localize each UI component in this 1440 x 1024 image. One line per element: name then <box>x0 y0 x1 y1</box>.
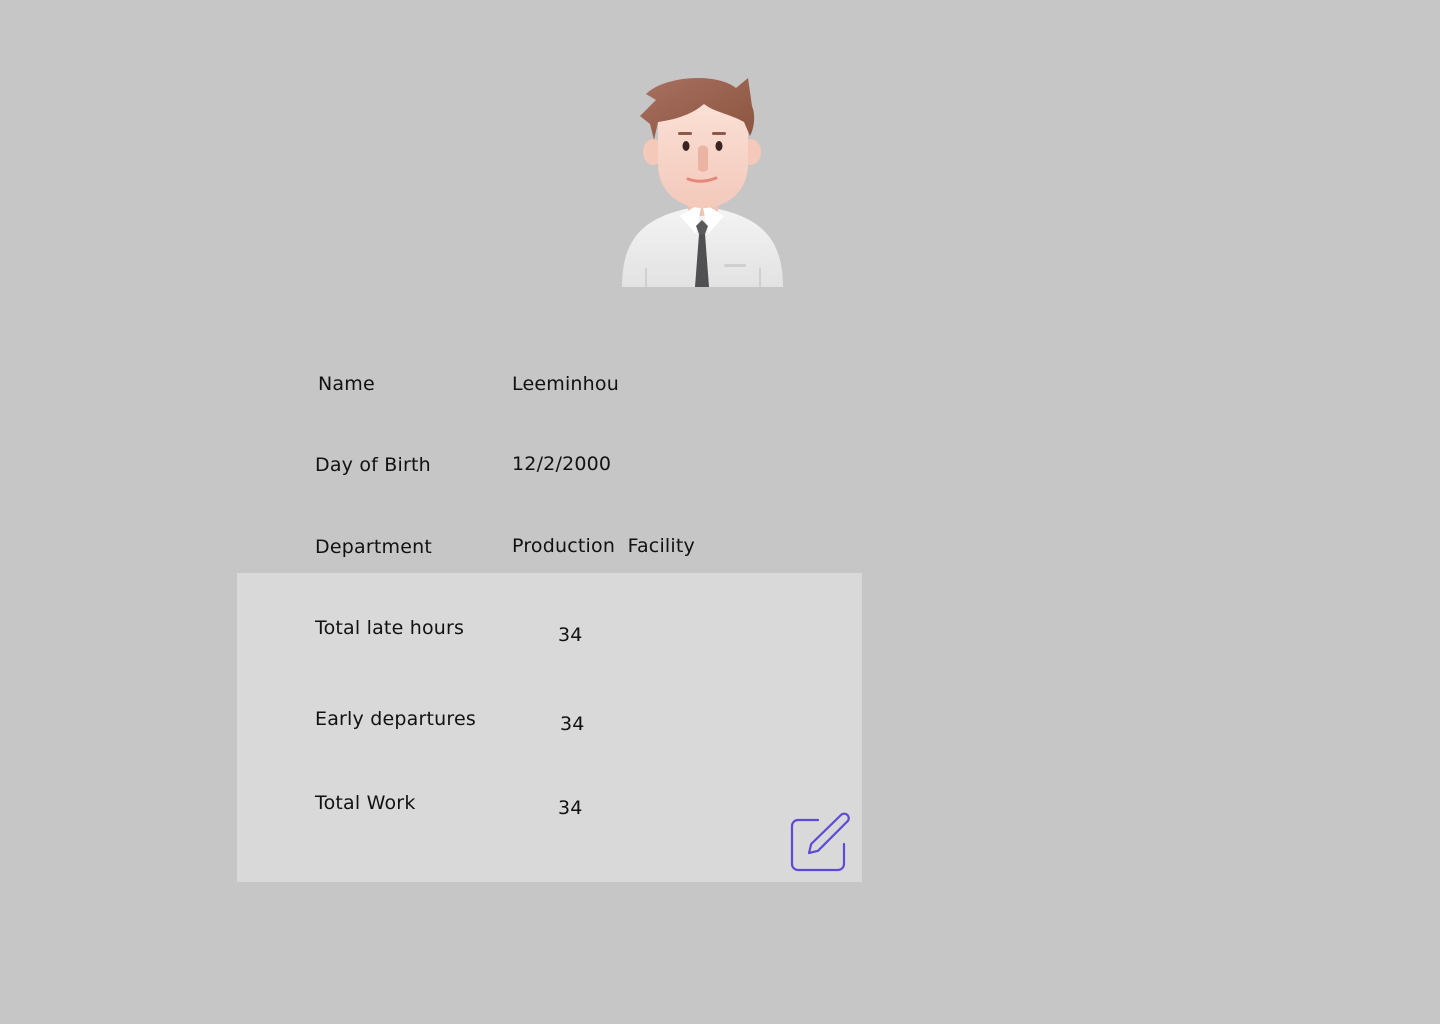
birth-label: Day of Birth <box>315 454 431 476</box>
department-label: Department <box>315 536 432 558</box>
total-work-label: Total Work <box>315 792 416 814</box>
total-work-value: 34 <box>558 797 583 819</box>
department-value: Production Facility <box>512 535 695 557</box>
name-label: Name <box>318 373 375 395</box>
edit-pencil-icon <box>790 812 850 872</box>
early-departures-label: Early departures <box>315 708 476 730</box>
name-value: Leeminhou <box>512 373 619 395</box>
early-departures-value: 34 <box>560 713 585 735</box>
late-hours-value: 34 <box>558 624 583 646</box>
birth-value: 12/2/2000 <box>512 453 612 475</box>
male-employee-avatar-icon <box>622 77 783 287</box>
edit-button[interactable] <box>788 810 852 874</box>
profile-avatar <box>618 74 788 288</box>
late-hours-label: Total late hours <box>315 617 465 639</box>
